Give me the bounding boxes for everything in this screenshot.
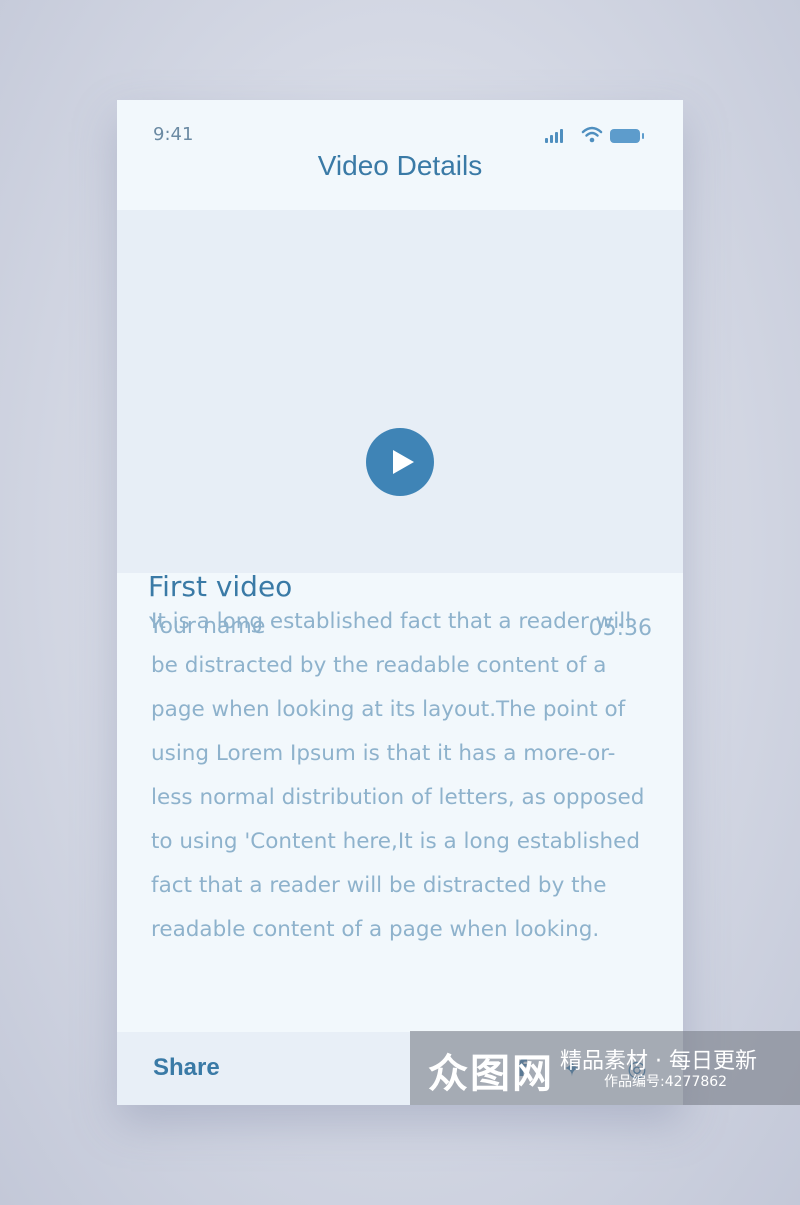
- page-title: Video Details: [317, 150, 483, 181]
- signal-icon: [545, 129, 563, 143]
- wifi-icon: [581, 126, 603, 143]
- play-button[interactable]: [366, 428, 434, 496]
- phone-screen: 9:41 Video Details First video Your name…: [117, 100, 683, 1105]
- play-icon: [393, 450, 414, 474]
- share-label: Share: [153, 1054, 220, 1081]
- video-player[interactable]: First video Your name 05:36: [117, 210, 683, 641]
- video-title: First video: [148, 570, 293, 603]
- status-bar: 9:41 Video Details: [117, 100, 683, 210]
- watermark-logo: 众图网: [428, 1051, 554, 1097]
- status-time: 9:41: [153, 124, 194, 145]
- watermark-overlay: 众图网 精品素材 · 每日更新 作品编号:4277862: [410, 1031, 800, 1105]
- video-description: It is a long established fact that a rea…: [151, 609, 645, 942]
- watermark-id: 作品编号:4277862: [604, 1074, 728, 1090]
- battery-icon: [610, 129, 644, 143]
